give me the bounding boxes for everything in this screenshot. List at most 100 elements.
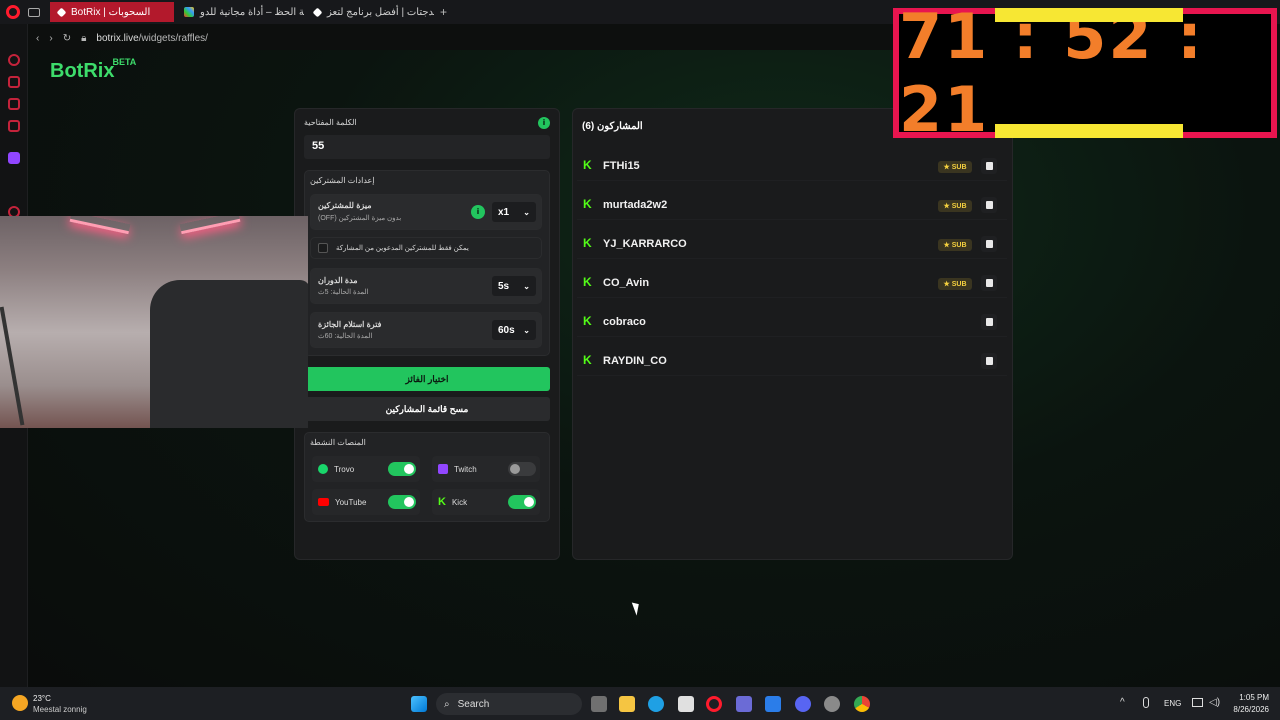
- sidebar-refresh-icon[interactable]: [8, 54, 20, 66]
- twitch-toggle[interactable]: [508, 462, 536, 476]
- chevron-down-icon: ⌄: [523, 325, 530, 335]
- timer-accent-top: [995, 8, 1183, 22]
- tab-botrix[interactable]: BotRix | السحوبات: [50, 2, 174, 22]
- info-icon[interactable]: i: [538, 117, 550, 129]
- platform-trovo: Trovo: [312, 456, 420, 482]
- clock-date[interactable]: 8/26/2026: [1225, 705, 1269, 714]
- weather-desc[interactable]: Meestal zonnig: [33, 705, 87, 714]
- participant-row: K CO_Avin ★ SUB: [577, 268, 1007, 298]
- weather-temp[interactable]: 23°C: [33, 694, 51, 703]
- spin-duration-select[interactable]: 5s ⌄: [492, 276, 536, 296]
- store-icon[interactable]: [678, 696, 694, 712]
- participant-row: K YJ_KARRARCO ★ SUB: [577, 229, 1007, 259]
- spin-duration-title: مدة الدوران: [318, 276, 358, 285]
- webcam-overlay: [0, 216, 308, 428]
- file-explorer-icon[interactable]: [619, 696, 635, 712]
- delete-icon[interactable]: [981, 314, 997, 330]
- sub-badge: ★ SUB: [938, 200, 972, 212]
- kick-icon: K: [583, 158, 592, 172]
- tab-widgets[interactable]: الويدجتات | أفضل برنامج لتعز: [306, 2, 434, 22]
- botrix-logo[interactable]: BotRixBETA: [50, 57, 138, 83]
- only-subs-checkbox[interactable]: [318, 243, 328, 253]
- sidebar-calendar-icon[interactable]: [8, 120, 20, 132]
- windows-app-icon[interactable]: [765, 696, 781, 712]
- new-tab-icon[interactable]: +: [440, 5, 447, 19]
- participant-name: RAYDIN_CO: [603, 355, 667, 367]
- platform-twitch: Twitch: [432, 456, 540, 482]
- kick-icon: K: [583, 353, 592, 367]
- participant-name: CO_Avin: [603, 277, 650, 289]
- back-icon[interactable]: ‹: [36, 33, 39, 44]
- chrome-icon[interactable]: [854, 696, 870, 712]
- youtube-toggle[interactable]: [388, 495, 416, 509]
- windows-taskbar: [0, 687, 1280, 720]
- volume-icon[interactable]: ◁): [1209, 697, 1220, 708]
- subscriber-settings-title: إعدادات المشتركين: [310, 176, 375, 185]
- sidebar-twitch-icon[interactable]: [8, 152, 20, 164]
- sub-advantage-select[interactable]: x1 ⌄: [492, 202, 536, 222]
- only-subs-label: يمكن فقط للمشتركين المدعوين من المشاركة: [336, 245, 469, 252]
- sidebar-percent-icon[interactable]: [8, 174, 20, 186]
- trovo-toggle[interactable]: [388, 462, 416, 476]
- participant-row: K cobraco: [577, 307, 1007, 337]
- chair: [150, 280, 308, 428]
- countdown-timer-overlay: 71 : 52 : 21: [893, 0, 1277, 146]
- lock-icon: 🔒︎: [81, 32, 87, 44]
- delete-icon[interactable]: [981, 275, 997, 291]
- neon-light: [179, 216, 241, 235]
- app-icon[interactable]: [736, 696, 752, 712]
- task-view-icon[interactable]: [591, 696, 607, 712]
- sidebar-messenger-icon[interactable]: [8, 98, 20, 110]
- clear-participants-button[interactable]: مسح قائمة المشاركين: [304, 397, 550, 421]
- network-icon[interactable]: [1192, 698, 1203, 707]
- sub-badge: ★ SUB: [938, 239, 972, 251]
- chevron-down-icon: ⌄: [523, 207, 530, 217]
- participant-name: murtada2w2: [603, 199, 668, 211]
- info-icon[interactable]: i: [471, 205, 485, 219]
- tripod: [0, 306, 25, 426]
- spin-duration-desc: المدة الحالية: 5ث: [318, 289, 369, 296]
- kick-icon: K: [583, 236, 592, 250]
- pick-winner-button[interactable]: اختيار الفائز: [304, 367, 550, 391]
- reload-icon[interactable]: ↻: [63, 33, 71, 44]
- url-field[interactable]: botrix.live/widgets/raffles/: [96, 33, 208, 44]
- trovo-icon: [318, 464, 328, 474]
- tray-chevron-icon[interactable]: ^: [1120, 697, 1125, 708]
- language-indicator[interactable]: ENG: [1164, 699, 1181, 708]
- participant-row: K FTHi15 ★ SUB: [577, 151, 1007, 181]
- claim-period-select[interactable]: 60s ⌄: [492, 320, 536, 340]
- chevron-down-icon: ⌄: [523, 281, 530, 291]
- sub-badge: ★ SUB: [938, 278, 972, 290]
- delete-icon[interactable]: [981, 197, 997, 213]
- windows-start-icon[interactable]: [411, 696, 427, 712]
- sub-advantage-title: ميزة للمشتركين: [318, 201, 372, 210]
- discord-icon[interactable]: [795, 696, 811, 712]
- keyword-input[interactable]: 55: [304, 135, 550, 159]
- tab-wheel[interactable]: عجلة الحظ – أداة مجانية للدو: [176, 2, 304, 22]
- microphone-icon[interactable]: [1143, 697, 1149, 708]
- forward-icon[interactable]: ›: [49, 33, 52, 44]
- sidebar-bag-icon[interactable]: [8, 76, 20, 88]
- kick-icon: K: [583, 197, 592, 211]
- edge-icon[interactable]: [648, 696, 664, 712]
- twitch-icon: [438, 464, 448, 474]
- botrix-favicon-icon: [56, 7, 67, 17]
- opera-logo-icon[interactable]: [6, 5, 20, 19]
- botrix-favicon-icon: [312, 7, 323, 17]
- kick-icon: K: [583, 314, 592, 328]
- settings-icon[interactable]: [824, 696, 840, 712]
- participant-name: FTHi15: [603, 160, 640, 172]
- delete-icon[interactable]: [981, 158, 997, 174]
- kick-toggle[interactable]: [508, 495, 536, 509]
- delete-icon[interactable]: [981, 353, 997, 369]
- weather-sun-icon[interactable]: [12, 695, 28, 711]
- clock-time[interactable]: 1:05 PM: [1229, 693, 1269, 702]
- sub-advantage-desc: بدون ميزة المشتركين (OFF): [318, 215, 402, 222]
- delete-icon[interactable]: [981, 236, 997, 252]
- beta-badge: BETA: [112, 57, 137, 68]
- taskbar-search[interactable]: ⌕ Search: [436, 693, 582, 715]
- opera-icon[interactable]: [706, 696, 722, 712]
- participant-row: K murtada2w2 ★ SUB: [577, 190, 1007, 220]
- tab-menu-icon[interactable]: [28, 7, 40, 17]
- youtube-icon: [318, 498, 329, 506]
